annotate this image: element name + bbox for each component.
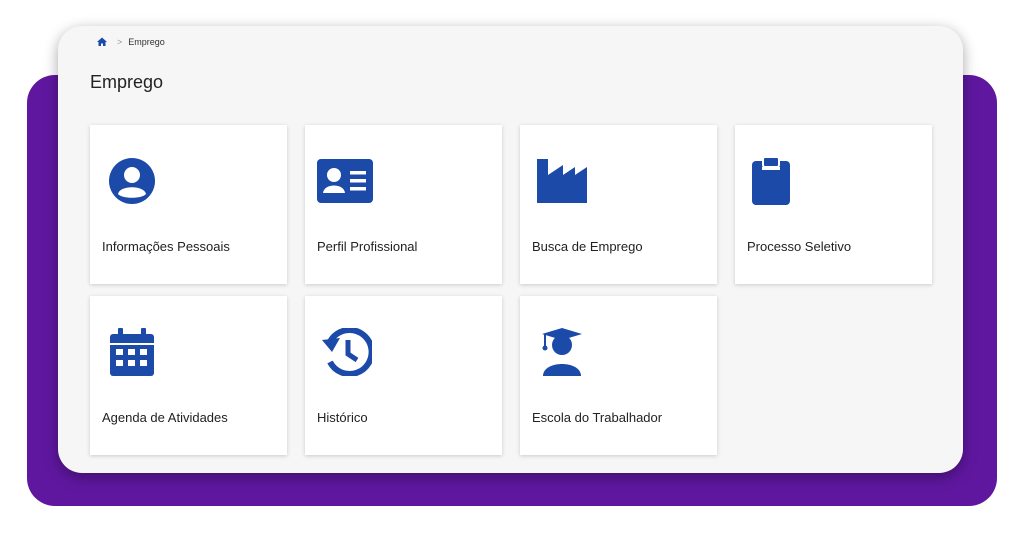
history-icon (319, 324, 375, 380)
card-label: Escola do Trabalhador (532, 410, 663, 425)
card-agenda-de-atividades[interactable]: Agenda de Atividades (90, 296, 287, 455)
card-label: Busca de Emprego (532, 239, 643, 254)
home-icon[interactable] (96, 36, 108, 48)
card-label: Perfil Profissional (317, 239, 418, 254)
card-label: Informações Pessoais (102, 239, 230, 254)
card-perfil-profissional[interactable]: Perfil Profissional (305, 125, 502, 284)
card-label: Agenda de Atividades (102, 410, 228, 425)
card-busca-de-emprego[interactable]: Busca de Emprego (520, 125, 717, 284)
card-label: Processo Seletivo (747, 239, 852, 254)
user-circle-icon (104, 153, 160, 209)
card-escola-do-trabalhador[interactable]: Escola do Trabalhador (520, 296, 717, 455)
card-historico[interactable]: Histórico (305, 296, 502, 455)
breadcrumb-current: Emprego (128, 37, 165, 47)
card-informacoes-pessoais[interactable]: Informações Pessoais (90, 125, 287, 284)
id-card-icon (317, 153, 373, 209)
card-processo-seletivo[interactable]: Processo Seletivo (735, 125, 932, 284)
services-grid: Informações Pessoais Perfil Profissional (90, 125, 932, 455)
clipboard-icon (743, 153, 799, 209)
breadcrumb: > Emprego (96, 36, 165, 48)
calendar-icon (104, 324, 160, 380)
page-title: Emprego (90, 72, 164, 92)
card-label: Histórico (317, 410, 368, 425)
factory-icon (534, 153, 590, 209)
main-panel: > Emprego Emprego Informações Pessoais P… (58, 26, 963, 473)
graduate-icon (534, 324, 590, 380)
chevron-right-icon: > (117, 37, 123, 47)
